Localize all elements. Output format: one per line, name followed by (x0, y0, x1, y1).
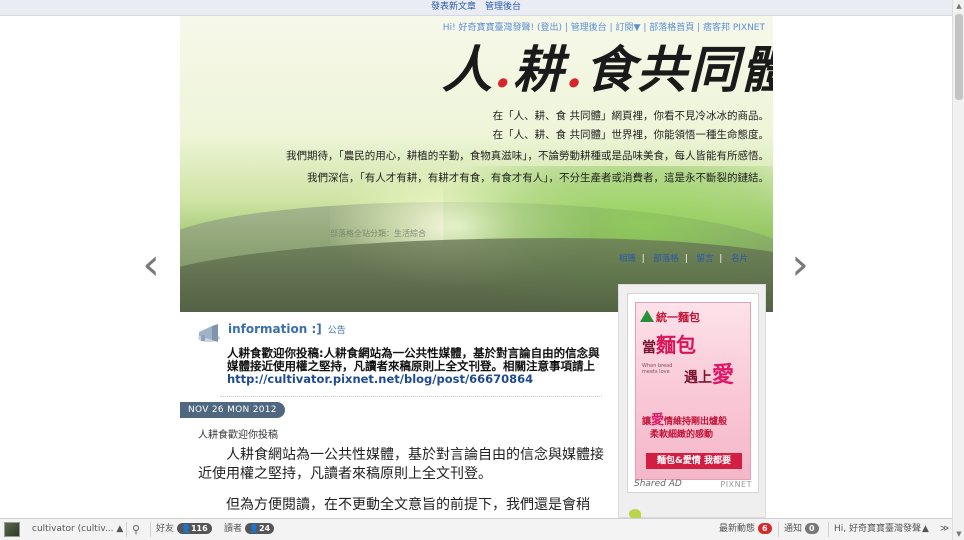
title-char-1: 人 (442, 40, 494, 99)
slogan-line-3: 我們期待，「農民的用心，耕植的辛勤，食物真滋味」，不論勞動耕種或是品味美食，每人… (286, 150, 769, 162)
sidebar: 統一麵包 當麵包 When bread meets love 遇上愛 讓愛情維持… (618, 284, 766, 519)
nav-profile[interactable]: 名片 (731, 254, 748, 264)
ad-brand: 統一麵包 (640, 309, 700, 325)
post-paragraph: 人耕食網站為一公共性媒體，基於對言論自由的信念與媒體接近使用權之堅持，凡讀者來稿… (198, 447, 604, 482)
previous-page-arrow-icon[interactable]: ‹ (136, 243, 166, 289)
title-char-2: 耕 (513, 40, 566, 99)
post-paragraph: 但為方便閱讀，在不更動全文意旨的前提下，我們還是會稍 (226, 497, 590, 513)
search-icon[interactable]: ⚲ (132, 519, 140, 540)
admin-topbar: 發表新文章 管理後台 (0, 0, 952, 16)
slogan-line-2: 在「人、耕、食 共同體」世界裡，你能領悟一種生命態度。 (492, 129, 769, 141)
ad-slogan-2: 遇上愛 (684, 363, 735, 388)
divider (220, 396, 602, 397)
expand-icon[interactable]: ▲ (922, 519, 929, 540)
blog-title[interactable]: 人.耕.食共同體 (442, 30, 773, 102)
post-body: 人耕食網站為一公共性媒體，基於對言論自由的信念與媒體接近使用權之堅持，凡讀者來稿… (198, 446, 608, 518)
notifications-button[interactable]: 通知 0 (784, 519, 819, 540)
pixnet-toolbar: cultivator (cultiv... ▲ ⚲ 好友 👤116 讀者 👤24 最… (0, 518, 952, 540)
title-char-rest: 食共同體 (584, 40, 773, 99)
ad-line-4: 柔軟細緻的感動 (650, 430, 714, 440)
activity-count-badge: 6 (758, 523, 772, 534)
submission-guide-link[interactable]: http://cultivator.pixnet.net/blog/post/6… (227, 372, 533, 386)
user-icon: 👤 (181, 524, 191, 533)
collapse-toolbar-icon[interactable]: ≫ (940, 519, 949, 540)
vertical-scrollbar[interactable]: ▲ ▼ (952, 0, 964, 540)
banner-nav: 相簿 | 部落格 | 留言 | 名片 (618, 254, 748, 264)
notice-text: 人耕食歡迎你投稿:人耕食網站為一公共性媒體，基於對言論自由的信念與媒體接近使用權… (227, 346, 600, 386)
next-page-arrow-icon[interactable]: › (785, 243, 815, 289)
user-menu[interactable]: cultivator (cultiv... ▲ (32, 519, 123, 540)
notice-title: information :] 公告 (228, 322, 346, 336)
nav-blog[interactable]: 部落格 (653, 254, 679, 264)
greeting-text[interactable]: Hi, 好奇寶寶臺灣發聲 (834, 519, 921, 540)
shared-ad-label: Shared AD (634, 479, 682, 489)
scroll-down-icon[interactable]: ▼ (953, 528, 964, 540)
nav-album[interactable]: 相簿 (619, 254, 636, 264)
post-title[interactable]: 人耕食歡迎你投稿 (198, 426, 278, 441)
readers-count-badge: 👤24 (245, 523, 275, 534)
slogan-line-4: 我們深信，「有人才有耕，有耕才有食，有食才有人」，不分生產者或消費者，這是永不斷… (307, 172, 769, 184)
main-content: information :] 公告 人耕食歡迎你投稿:人耕食網站為一公共性媒體，基… (180, 312, 618, 518)
caret-up-icon: ▲ (116, 524, 124, 534)
blog-header-banner: Hi! 好奇寶寶臺灣發聲! (登出) | 管理後台 | 訂閱▼ | 部落格首頁 … (180, 16, 773, 312)
megaphone-icon (198, 324, 220, 342)
post-date-badge: NOV 26 MON 2012 (180, 402, 285, 418)
new-post-link[interactable]: 發表新文章 (431, 2, 476, 12)
admin-link[interactable]: 管理後台 (485, 2, 521, 12)
user-icon: 👤 (249, 524, 259, 533)
slogan-line-1: 在「人、耕、食 共同體」網頁裡，你看不見冷冰冰的商品。 (492, 110, 769, 122)
scrollbar-thumb[interactable] (955, 14, 963, 100)
user-avatar[interactable] (4, 522, 20, 537)
blog-category[interactable]: 部落格全站分類：生活綜合 (330, 228, 426, 239)
ad-line-3: 讓愛情維持剛出爐般 (642, 413, 728, 428)
readers-button[interactable]: 讀者 👤24 (224, 519, 275, 540)
friends-count-badge: 👤116 (177, 523, 212, 534)
activity-button[interactable]: 最新動態 6 (719, 519, 772, 540)
nav-guestbook[interactable]: 留言 (696, 254, 713, 264)
scroll-up-icon[interactable]: ▲ (953, 0, 964, 12)
ad-cta-button[interactable]: 麵包&愛情 我都要 (646, 453, 742, 469)
notifications-count-badge: 0 (805, 523, 819, 534)
brand-logo-icon (640, 310, 654, 322)
shared-ad[interactable]: 統一麵包 當麵包 When bread meets love 遇上愛 讓愛情維持… (627, 293, 759, 493)
notice-tag: 公告 (327, 326, 346, 336)
friends-button[interactable]: 好友 👤116 (156, 519, 212, 540)
pixnet-label: PIXNET (720, 480, 752, 489)
ad-banner-image[interactable]: 統一麵包 當麵包 When bread meets love 遇上愛 讓愛情維持… (635, 302, 751, 480)
ad-slogan-1: 當麵包 (642, 333, 696, 357)
ad-small-text: When bread meets love (642, 363, 673, 375)
